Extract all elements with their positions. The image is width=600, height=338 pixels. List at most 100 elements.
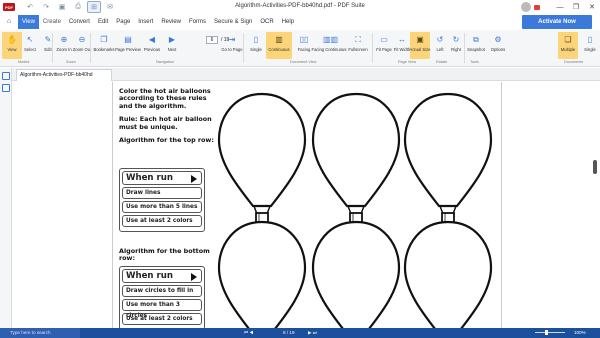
group-label: Document View — [290, 60, 317, 64]
fullscreen-button[interactable]: ⛶ Fullscreen — [346, 32, 370, 59]
menu-ocr[interactable]: OCR — [256, 15, 277, 29]
select-button[interactable]: ↖ Select — [20, 32, 40, 59]
single-doc-button[interactable]: ▯ Single — [580, 32, 600, 59]
play-icon — [191, 273, 197, 281]
fit-width-button[interactable]: ↔ Fit Width — [392, 32, 412, 59]
status-page-indicator[interactable]: 6 / 19 — [283, 328, 295, 338]
group-label: Rotate — [436, 60, 448, 64]
vertical-scrollbar[interactable] — [592, 82, 598, 328]
menu-page[interactable]: Page — [112, 15, 134, 29]
mail-icon[interactable]: ✉ — [103, 1, 117, 13]
goto-icon: ⇥ — [228, 35, 236, 44]
fit-page-button[interactable]: ▭ Fit Page — [374, 32, 394, 59]
save-icon[interactable]: ▣ — [55, 1, 69, 13]
instruction-text: Color the hot air balloons according to … — [119, 87, 211, 110]
user-icon[interactable] — [521, 2, 531, 12]
menu-convert[interactable]: Convert — [65, 15, 94, 29]
multiple-docs-button[interactable]: ❏ Multiple — [558, 32, 578, 59]
play-icon — [191, 175, 197, 183]
view-mode-button[interactable]: ✋ View — [2, 32, 22, 59]
taskbar-search[interactable]: Type here to search — [0, 328, 80, 338]
balloon-4 — [217, 220, 307, 338]
print-icon[interactable]: ⎙ — [71, 1, 85, 13]
algorithm-step: Use more than 3 circles — [122, 299, 202, 319]
zoom-slider-knob[interactable] — [545, 330, 548, 335]
thumbnails-icon[interactable] — [2, 72, 10, 80]
menu-bar: ⌂ View Create Convert Edit Page Insert R… — [0, 15, 600, 29]
menu-insert[interactable]: Insert — [134, 15, 157, 29]
actual-size-button[interactable]: ▣ Actual Size — [410, 32, 430, 59]
activate-now-button[interactable]: Activate Now — [522, 15, 592, 29]
zoom-level[interactable]: 100% — [574, 328, 586, 338]
page-preview-button[interactable]: ▤ Page Preview — [115, 32, 141, 59]
redo-icon[interactable]: ↷ — [39, 1, 53, 13]
single-doc-icon: ▯ — [587, 35, 593, 44]
snapshot-button[interactable]: ⧉ Snapshot — [466, 32, 486, 59]
zoom-out-button[interactable]: ⊖ Zoom Out — [72, 32, 92, 59]
rotate-left-icon: ↺ — [436, 35, 444, 44]
group-label: Documents — [564, 60, 584, 64]
separator — [52, 33, 53, 63]
page-nav-controls-next[interactable]: ▶ ⏭ — [308, 328, 317, 338]
previous-button[interactable]: ◀ Previous — [142, 32, 162, 59]
menu-create[interactable]: Create — [39, 15, 65, 29]
menu-help[interactable]: Help — [278, 15, 298, 29]
document-tab-bar: Algorithm-Activities-PDF-bb40hd — [12, 68, 600, 81]
fit-page-icon: ▭ — [380, 35, 388, 44]
when-run-block: When run — [122, 269, 202, 283]
snapshot-icon: ⧉ — [473, 35, 479, 44]
menu-forms[interactable]: Forms — [185, 15, 210, 29]
continuous-view-button[interactable]: ▥ Continuous — [266, 32, 292, 59]
separator — [90, 33, 91, 63]
next-icon: ▶ — [168, 35, 176, 44]
facing-view-button[interactable]: ▯▯ Facing — [294, 32, 314, 59]
menu-edit[interactable]: Edit — [94, 15, 112, 29]
algorithm-step: Use more than 5 lines — [122, 201, 202, 213]
group-label: Tools — [470, 60, 479, 64]
single-view-button[interactable]: ▯ Single — [246, 32, 266, 59]
zoom-in-button[interactable]: ⊕ Zoom In — [54, 32, 74, 59]
menu-view[interactable]: View — [18, 15, 39, 29]
options-button[interactable]: ⚙ Options — [488, 32, 508, 59]
single-page-icon: ▯ — [253, 35, 259, 44]
bookmark-icon: ❐ — [100, 35, 108, 44]
balloon-3 — [403, 92, 493, 225]
top-row-heading: Algorithm for the top row: — [119, 136, 214, 145]
bookmarks-panel-icon[interactable] — [2, 84, 10, 92]
separator — [372, 33, 373, 63]
bookmarks-button[interactable]: ❐ Bookmarks — [94, 32, 115, 59]
document-viewport[interactable]: Color the hot air balloons according to … — [12, 82, 600, 338]
facing-continuous-button[interactable]: ▥▥ Facing Continuous — [312, 32, 347, 59]
go-to-page-button[interactable]: ⇥ Go to Page — [221, 32, 242, 59]
separator — [464, 33, 465, 63]
continuous-icon: ▥ — [275, 35, 283, 44]
restore-button[interactable]: ❐ — [568, 3, 584, 11]
home-icon[interactable]: ⌂ — [4, 17, 14, 27]
undo-icon[interactable]: ↶ — [23, 1, 37, 13]
page-nav-controls[interactable]: ⏮ ◀ — [244, 328, 254, 338]
minimize-button[interactable]: — — [552, 4, 568, 11]
fullscreen-icon: ⛶ — [355, 35, 361, 44]
next-button[interactable]: ▶ Next — [162, 32, 182, 59]
actual-size-icon: ▣ — [416, 35, 424, 44]
balloon-grid — [217, 92, 493, 338]
rotate-right-icon: ↻ — [452, 35, 460, 44]
scrollbar-thumb[interactable] — [593, 160, 597, 174]
separator — [243, 33, 244, 63]
notification-icon[interactable] — [534, 4, 540, 10]
rotate-right-button[interactable]: ↻ Right — [446, 32, 466, 59]
group-label: Zoom — [66, 60, 76, 64]
algorithm-step: Draw lines — [122, 187, 202, 199]
zoom-slider[interactable] — [535, 332, 565, 333]
menu-secure-sign[interactable]: Secure & Sign — [210, 15, 256, 29]
close-button[interactable]: ✕ — [584, 3, 600, 11]
quick-access-toolbar: ↶ ↷ ▣ ⎙ ⊞ ✉ — [23, 1, 119, 13]
pdf-page: Color the hot air balloons according to … — [112, 82, 502, 338]
menu-review[interactable]: Review — [157, 15, 185, 29]
fit-width-icon: ↔ — [398, 35, 406, 44]
scan-icon[interactable]: ⊞ — [87, 1, 101, 13]
facing-continuous-icon: ▥▥ — [323, 35, 339, 44]
options-icon: ⚙ — [494, 35, 502, 44]
document-tab[interactable]: Algorithm-Activities-PDF-bb40hd — [16, 69, 112, 81]
page-number-input[interactable]: 6 — [206, 36, 218, 44]
